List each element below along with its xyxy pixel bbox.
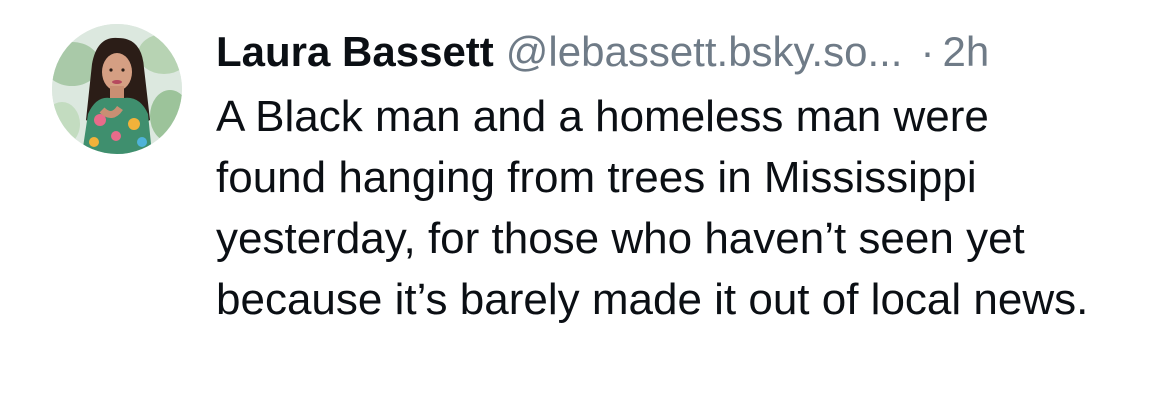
avatar[interactable]	[52, 24, 182, 154]
profile-photo-icon	[52, 24, 182, 154]
author-handle[interactable]: @lebassett.bsky.so...	[506, 22, 903, 82]
separator: ·	[920, 28, 935, 75]
post-timestamp[interactable]: 2h	[942, 22, 989, 82]
author-name[interactable]: Laura Bassett	[216, 22, 494, 82]
post-card[interactable]: Laura Bassett @lebassett.bsky.so... · 2h…	[0, 0, 1160, 418]
post-content: Laura Bassett @lebassett.bsky.so... · 2h…	[216, 22, 1136, 330]
post-header: Laura Bassett @lebassett.bsky.so... · 2h	[216, 22, 1136, 82]
post-text: A Black man and a homeless man were foun…	[216, 92, 1089, 324]
